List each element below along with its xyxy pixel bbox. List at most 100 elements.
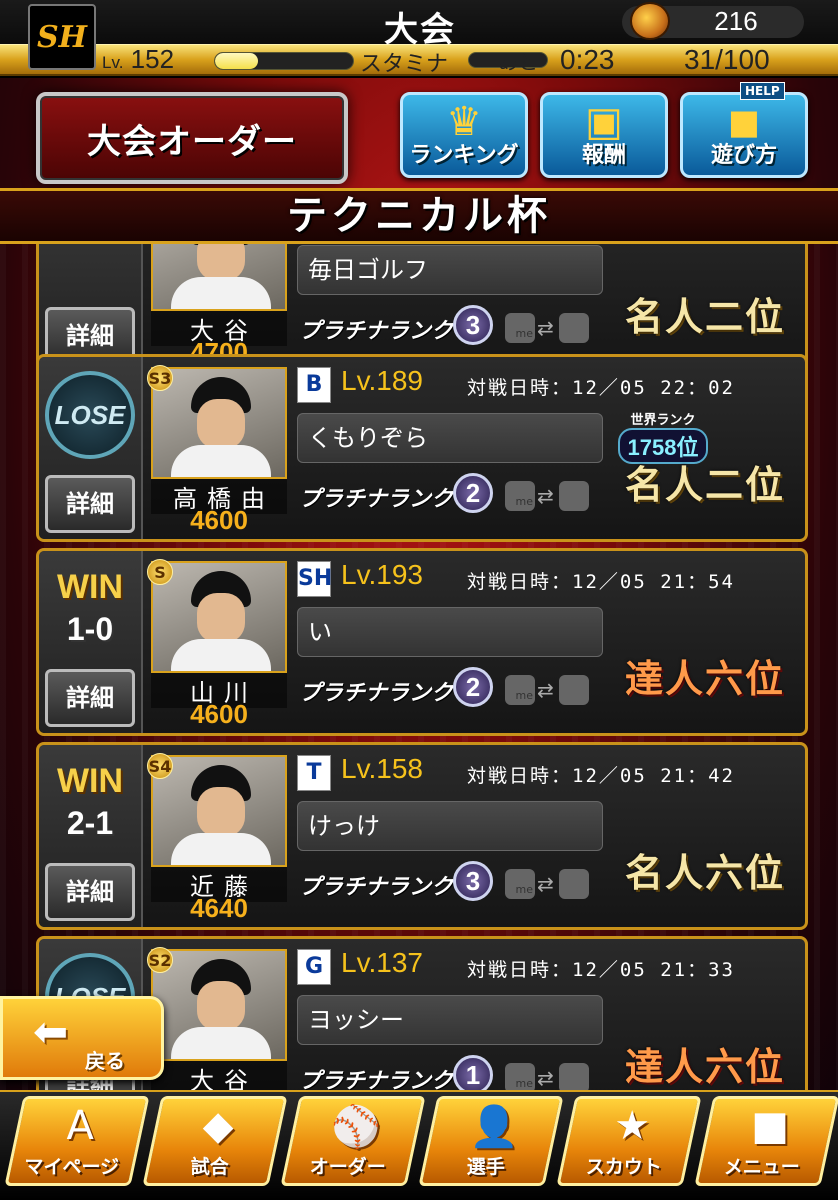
detail-button[interactable]: 詳細 xyxy=(45,863,135,921)
nav-item-2[interactable]: ⚾ オーダー xyxy=(280,1096,426,1186)
player-card[interactable]: 大谷 4700 xyxy=(151,244,287,367)
lose-emblem: LOSE xyxy=(45,371,135,459)
team-logo[interactable]: SH xyxy=(28,4,96,70)
howto-button[interactable]: ◼ 遊び方 xyxy=(680,92,808,178)
opponent-name: けっけ xyxy=(297,801,603,851)
detail-button[interactable]: 詳細 xyxy=(45,475,135,533)
win-emblem: 6-5 xyxy=(45,244,135,291)
nav-icon: ★ xyxy=(614,1103,651,1149)
nav-item-4[interactable]: ★ スカウト xyxy=(556,1096,702,1186)
opponent-name: くもりぞら xyxy=(297,413,603,463)
swap-arrows-icon: ⇄ xyxy=(537,872,554,896)
player-card[interactable]: S3 高橋由 4600 xyxy=(147,365,287,535)
player-uniform xyxy=(171,833,271,865)
ranking-button[interactable]: ♛ ランキング xyxy=(400,92,528,178)
player-grade-badge: S3 xyxy=(147,365,173,391)
back-button[interactable]: ⬅ 戻る xyxy=(0,996,164,1080)
nav-icon: 👤 xyxy=(469,1104,519,1150)
player-level: Lv. 152 xyxy=(102,44,174,75)
win-emblem: WIN 2-1 xyxy=(45,759,135,847)
player-title-badge: 達人六位 xyxy=(624,1044,785,1089)
player-card[interactable]: S2 大谷 xyxy=(147,947,287,1092)
result-panel: LOSE 詳細 xyxy=(39,357,143,539)
nav-icon: ■ xyxy=(751,1103,790,1149)
nav-icon: ◆ xyxy=(202,1103,234,1149)
match-row[interactable]: LOSE 詳細 S3 高橋由 4600 B Lv.189 対戦日時：12／05 … xyxy=(36,354,808,542)
match-row[interactable]: WIN 2-1 詳細 S4 近藤 4640 T Lv.158 対戦日時：12／0… xyxy=(36,742,808,930)
reward-button[interactable]: ▣ 報酬 xyxy=(540,92,668,178)
player-title-badge: 名人六位 xyxy=(624,850,785,895)
player-face xyxy=(197,593,245,643)
match-row[interactable]: WIN 1-0 詳細 S 山川 4600 SH Lv.193 対戦日時：12／0… xyxy=(36,548,808,736)
reward-label: 報酬 xyxy=(581,143,626,168)
opponent-avatar-icon xyxy=(559,869,589,899)
result-panel: WIN 1-0 詳細 xyxy=(39,551,143,733)
opponent-level: Lv.137 xyxy=(341,947,423,978)
me-avatar-icon: me xyxy=(505,869,535,899)
player-name: 大谷 xyxy=(151,1061,287,1092)
opponent-name: い xyxy=(297,607,603,657)
opponent-level: Lv.189 xyxy=(341,365,423,396)
player-face xyxy=(197,399,245,449)
level-exp-fill xyxy=(215,53,258,69)
result-label: WIN xyxy=(56,568,124,606)
match-datetime: 対戦日時：12／05 21：54 xyxy=(467,571,735,593)
nav-item-5[interactable]: ■ メニュー xyxy=(694,1096,838,1186)
player-card[interactable]: S4 近藤 4640 xyxy=(147,753,287,923)
nav-label: スカウト xyxy=(585,1156,662,1178)
nav-icon: A xyxy=(66,1103,94,1149)
player-uniform xyxy=(171,1027,271,1059)
player-uniform xyxy=(171,639,271,671)
nav-item-0[interactable]: A マイページ xyxy=(4,1096,150,1186)
stamina-timer: 0:23 xyxy=(560,44,615,75)
match-history-list[interactable]: 6-5 詳細 大谷 4700 毎日ゴルフ プラチナランク 3 me ⇄ 名人二位 xyxy=(36,244,808,1092)
tournament-order-title: 大会オーダー xyxy=(36,92,348,184)
opponent-team-icon: B xyxy=(297,367,331,403)
nav-item-3[interactable]: 👤 選手 xyxy=(418,1096,564,1186)
nav-label: 試合 xyxy=(190,1156,229,1178)
back-arrow-icon: ⬅ xyxy=(33,1007,69,1056)
rank-number-badge: 3 xyxy=(453,861,493,901)
remain-label: あと xyxy=(498,50,538,74)
rank-number-badge: 3 xyxy=(453,305,493,345)
player-face xyxy=(197,787,245,837)
level-exp-bar xyxy=(214,52,354,70)
match-datetime: 対戦日時：12／05 21：42 xyxy=(467,765,735,787)
detail-button[interactable]: 詳細 xyxy=(45,669,135,727)
player-title-badge: 達人六位 xyxy=(624,656,785,701)
player-power: 4600 xyxy=(190,505,248,535)
opponent-team-icon: T xyxy=(297,755,331,791)
opponent-name: 毎日ゴルフ xyxy=(297,245,603,295)
rank-number-badge: 2 xyxy=(453,473,493,513)
player-card[interactable]: S 山川 4600 xyxy=(147,559,287,729)
nav-label: メニュー xyxy=(723,1156,800,1178)
world-rank: 世界ランク 1758位 xyxy=(613,409,713,464)
opponent-level: Lv.158 xyxy=(341,753,423,784)
me-avatar-icon: me xyxy=(505,313,535,343)
rank-number-badge: 2 xyxy=(453,667,493,707)
level-value: 152 xyxy=(130,44,175,74)
player-grade-badge: S4 xyxy=(147,753,173,779)
coin-icon xyxy=(630,2,670,40)
stamina-value: 31/100 xyxy=(684,44,770,75)
rank-label: プラチナランク xyxy=(299,319,454,344)
nav-icon: ⚾ xyxy=(331,1104,381,1150)
match-datetime: 対戦日時：12／05 21：33 xyxy=(467,959,735,981)
cup-title: テクニカル杯 xyxy=(287,193,551,239)
result-label: WIN xyxy=(56,762,124,800)
swap-arrows-icon: ⇄ xyxy=(537,316,554,340)
player-grade-badge: S xyxy=(147,559,173,585)
opponent-avatar-icon xyxy=(559,313,589,343)
player-uniform xyxy=(171,445,271,477)
nav-item-1[interactable]: ◆ 試合 xyxy=(142,1096,288,1186)
me-avatar-icon: me xyxy=(505,1063,535,1092)
level-prefix: Lv. xyxy=(102,53,124,72)
player-portrait xyxy=(151,244,287,311)
help-tag: HELP xyxy=(740,82,785,100)
opponent-level: Lv.193 xyxy=(341,559,423,590)
player-uniform xyxy=(171,277,271,309)
opponent-avatar-icon xyxy=(559,675,589,705)
me-avatar-icon: me xyxy=(505,675,535,705)
player-power: 4640 xyxy=(190,893,248,923)
back-label: 戻る xyxy=(85,1049,125,1073)
